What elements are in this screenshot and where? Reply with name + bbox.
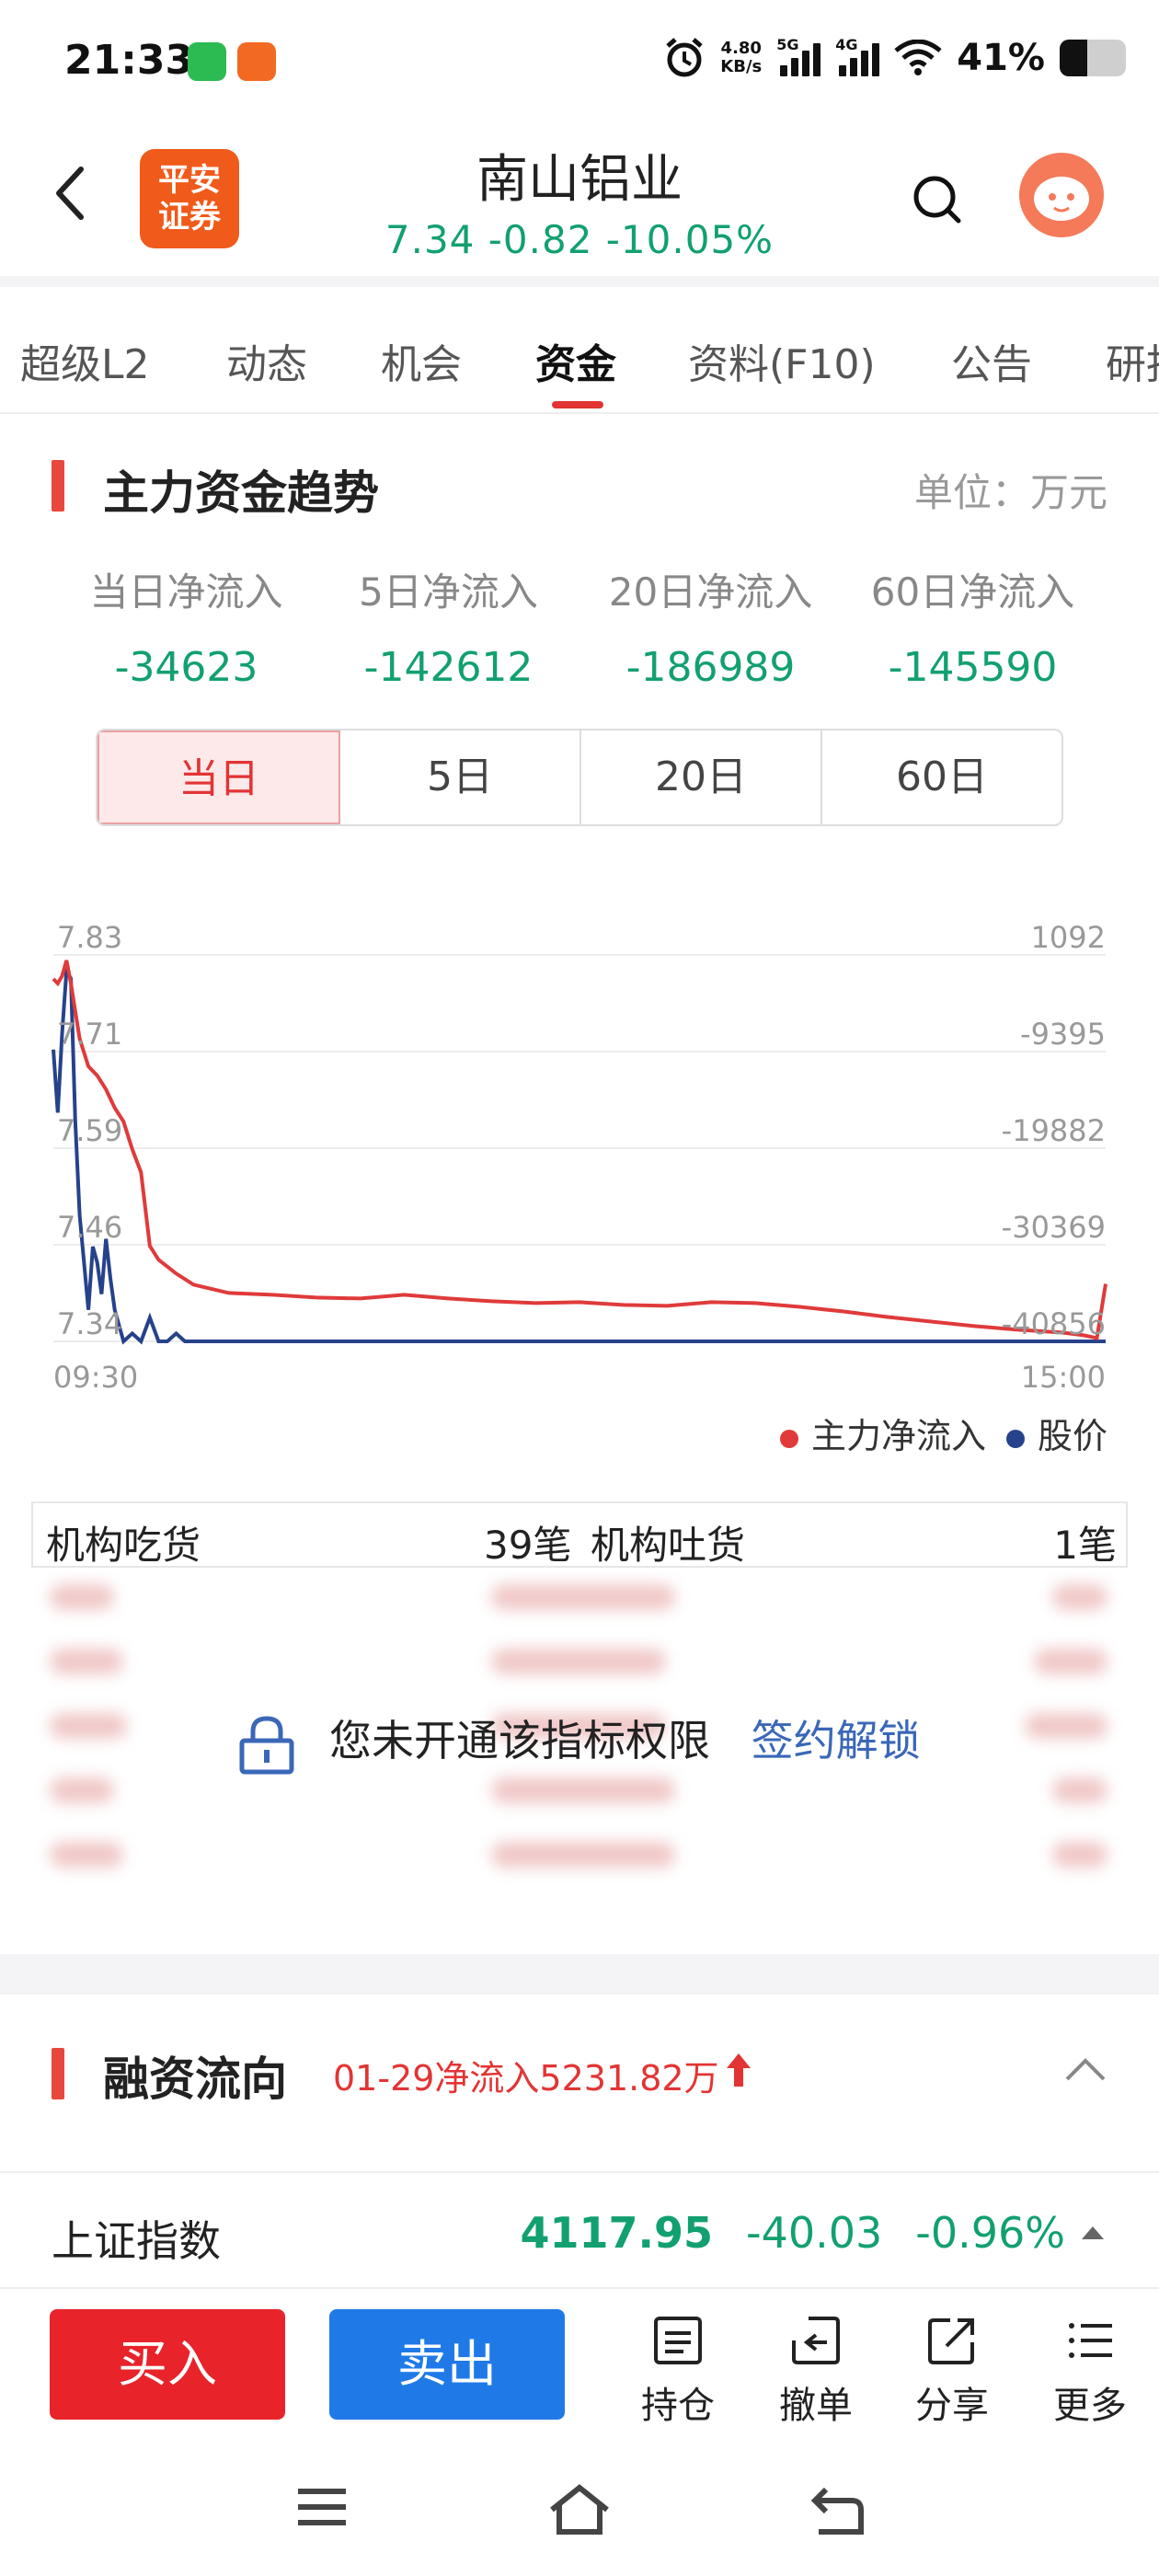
sell-button[interactable]: 卖出: [329, 2309, 565, 2420]
price-line: [52, 964, 1106, 1345]
index-pct: -0.96%: [915, 2208, 1065, 2258]
institution-header: 机构吃货 39笔 机构吐货 1笔: [31, 1501, 1128, 1568]
y-right-tick-label: -19882: [1002, 1113, 1106, 1148]
inst-sell-label: 机构吐货: [591, 1523, 746, 1568]
cancel-order-button[interactable]: 撤单: [765, 2315, 866, 2429]
active-tab-indicator: [552, 401, 603, 408]
locked-data-area: 您未开通该指标权限 签约解锁: [31, 1571, 1128, 1908]
flow-label-today: 当日净流入: [89, 569, 283, 615]
system-nav-bar: [0, 2447, 1159, 2576]
alarm-icon: [666, 38, 703, 77]
inst-buy-label: 机构吃货: [46, 1523, 201, 1568]
unit-label: 单位：万元: [913, 470, 1107, 515]
y-left-tick-label: 7.71: [57, 1017, 122, 1052]
flow-values: -34623 -142612 -186989 -145590: [55, 644, 1104, 691]
signal-5g-icon: 5G: [776, 36, 821, 76]
menu-icon[interactable]: [294, 2484, 350, 2530]
flow-label-60d: 60日净流入: [870, 569, 1075, 615]
index-change: -40.03: [745, 2208, 883, 2258]
flow-label-20d: 20日净流入: [608, 569, 813, 615]
flow-labels: 当日净流入 5日净流入 20日净流入 60日净流入: [55, 561, 1104, 617]
more-list-icon: [1069, 2323, 1112, 2358]
chart-legend: 主力净流入 股价: [779, 1408, 1107, 1458]
tab-announcement[interactable]: 公告: [951, 331, 1032, 390]
section-marker: [52, 460, 64, 512]
signal-4g-icon: 4G: [835, 36, 880, 76]
period-5d[interactable]: 5日: [340, 730, 581, 824]
stock-quote: 7.34 -0.82 -10.05%: [384, 217, 775, 262]
period-selector: 当日 5日 20日 60日: [96, 729, 1063, 826]
x-end-label: 15:00: [1021, 1360, 1106, 1395]
period-60d[interactable]: 60日: [822, 730, 1061, 824]
up-arrow-icon: [727, 2053, 751, 2087]
y-left-tick-label: 7.46: [57, 1210, 122, 1245]
y-right-tick-label: -30369: [1002, 1210, 1106, 1245]
permission-message: 您未开通该指标权限 签约解锁: [31, 1708, 1128, 1776]
inst-buy-count: 39笔: [484, 1523, 572, 1568]
flow-value-60d: -145590: [888, 644, 1058, 691]
flow-value-5d: -142612: [363, 644, 534, 691]
index-values: 4117.95 -40.03 -0.96%: [520, 2208, 1104, 2258]
holdings-icon: [654, 2317, 702, 2364]
y-left-tick-label: 7.83: [57, 920, 122, 955]
app-notification-icon: [237, 42, 276, 81]
flow-value-20d: -186989: [625, 644, 796, 691]
wifi-icon: [894, 40, 942, 75]
battery-percent: 41%: [957, 37, 1045, 79]
legend-price: 股价: [1005, 1408, 1107, 1458]
holdings-button[interactable]: 持仓: [627, 2315, 729, 2429]
y-left-tick-label: 7.34: [57, 1306, 122, 1341]
index-name: 上证指数: [52, 2216, 221, 2266]
period-20d[interactable]: 20日: [581, 730, 822, 824]
legend-main: 主力净流入: [779, 1408, 986, 1458]
buy-button[interactable]: 买入: [50, 2309, 285, 2420]
lock-icon: [239, 1715, 294, 1774]
chevron-up-icon[interactable]: [1063, 2055, 1107, 2083]
tab-research[interactable]: 研报: [1106, 331, 1159, 390]
y-right-tick-label: 1092: [1031, 920, 1106, 955]
wechat-icon: [188, 42, 226, 81]
share-icon: [928, 2318, 974, 2364]
trade-toolbar: 买入 卖出 持仓 撤单 分享 更多: [0, 2287, 1159, 2444]
stock-name: 南山铝业: [476, 150, 683, 210]
tab-bar: 超级L2 动态 机会 资金 资料(F10) 公告 研报: [0, 276, 1159, 414]
tab-news[interactable]: 动态: [226, 331, 307, 390]
unlock-link[interactable]: 签约解锁: [752, 1716, 921, 1765]
flow-value-today: -34623: [114, 644, 258, 691]
inst-sell-count: 1笔: [1053, 1523, 1117, 1568]
back-nav-icon[interactable]: [809, 2484, 865, 2536]
tab-f10[interactable]: 资料(F10): [688, 331, 876, 390]
assistant-avatar-icon[interactable]: [1019, 153, 1104, 237]
financing-title: 融资流向: [103, 2053, 287, 2106]
financing-note: 01-29净流入5231.82万: [333, 2058, 719, 2099]
y-right-tick-label: -40856: [1002, 1306, 1106, 1341]
home-icon[interactable]: [548, 2484, 611, 2536]
cancel-order-icon: [792, 2317, 840, 2364]
index-ticker[interactable]: 上证指数 4117.95 -40.03 -0.96%: [0, 2171, 1159, 2285]
tab-opportunity[interactable]: 机会: [381, 331, 462, 390]
main-flow-line: [52, 960, 1107, 1340]
more-button[interactable]: 更多: [1039, 2315, 1141, 2429]
share-button[interactable]: 分享: [901, 2315, 1003, 2429]
status-right: 4.80 KB/s 5G 4G 41%: [663, 36, 1126, 79]
permission-text: 您未开通该指标权限: [329, 1716, 710, 1765]
net-speed: 4.80 KB/s: [720, 39, 763, 76]
y-right-tick-label: -9395: [1020, 1017, 1106, 1052]
flow-label-5d: 5日净流入: [359, 569, 538, 615]
main-flow-title: 主力资金趋势: [103, 466, 379, 520]
x-start-label: 09:30: [53, 1360, 138, 1395]
battery-icon: [1060, 40, 1126, 76]
expand-triangle-icon[interactable]: [1082, 2226, 1104, 2239]
fund-flow-chart: 7.83 1092 7.71 -9395 7.59 -19882 7.46 -30369 7.3…: [52, 920, 1107, 1395]
status-bar: 21:33 4.80 KB/s 5G 4G 41%: [0, 0, 1159, 120]
financing-marker: [52, 2048, 64, 2099]
y-left-tick-label: 7.59: [57, 1113, 122, 1148]
tab-l2[interactable]: 超级L2: [20, 331, 150, 390]
tab-funds[interactable]: 资金: [535, 331, 616, 390]
index-value: 4117.95: [520, 2208, 713, 2258]
status-time: 21:33: [64, 37, 194, 84]
section-divider: [0, 1954, 1159, 1995]
period-today[interactable]: 当日: [98, 730, 340, 824]
search-icon[interactable]: [911, 173, 962, 224]
